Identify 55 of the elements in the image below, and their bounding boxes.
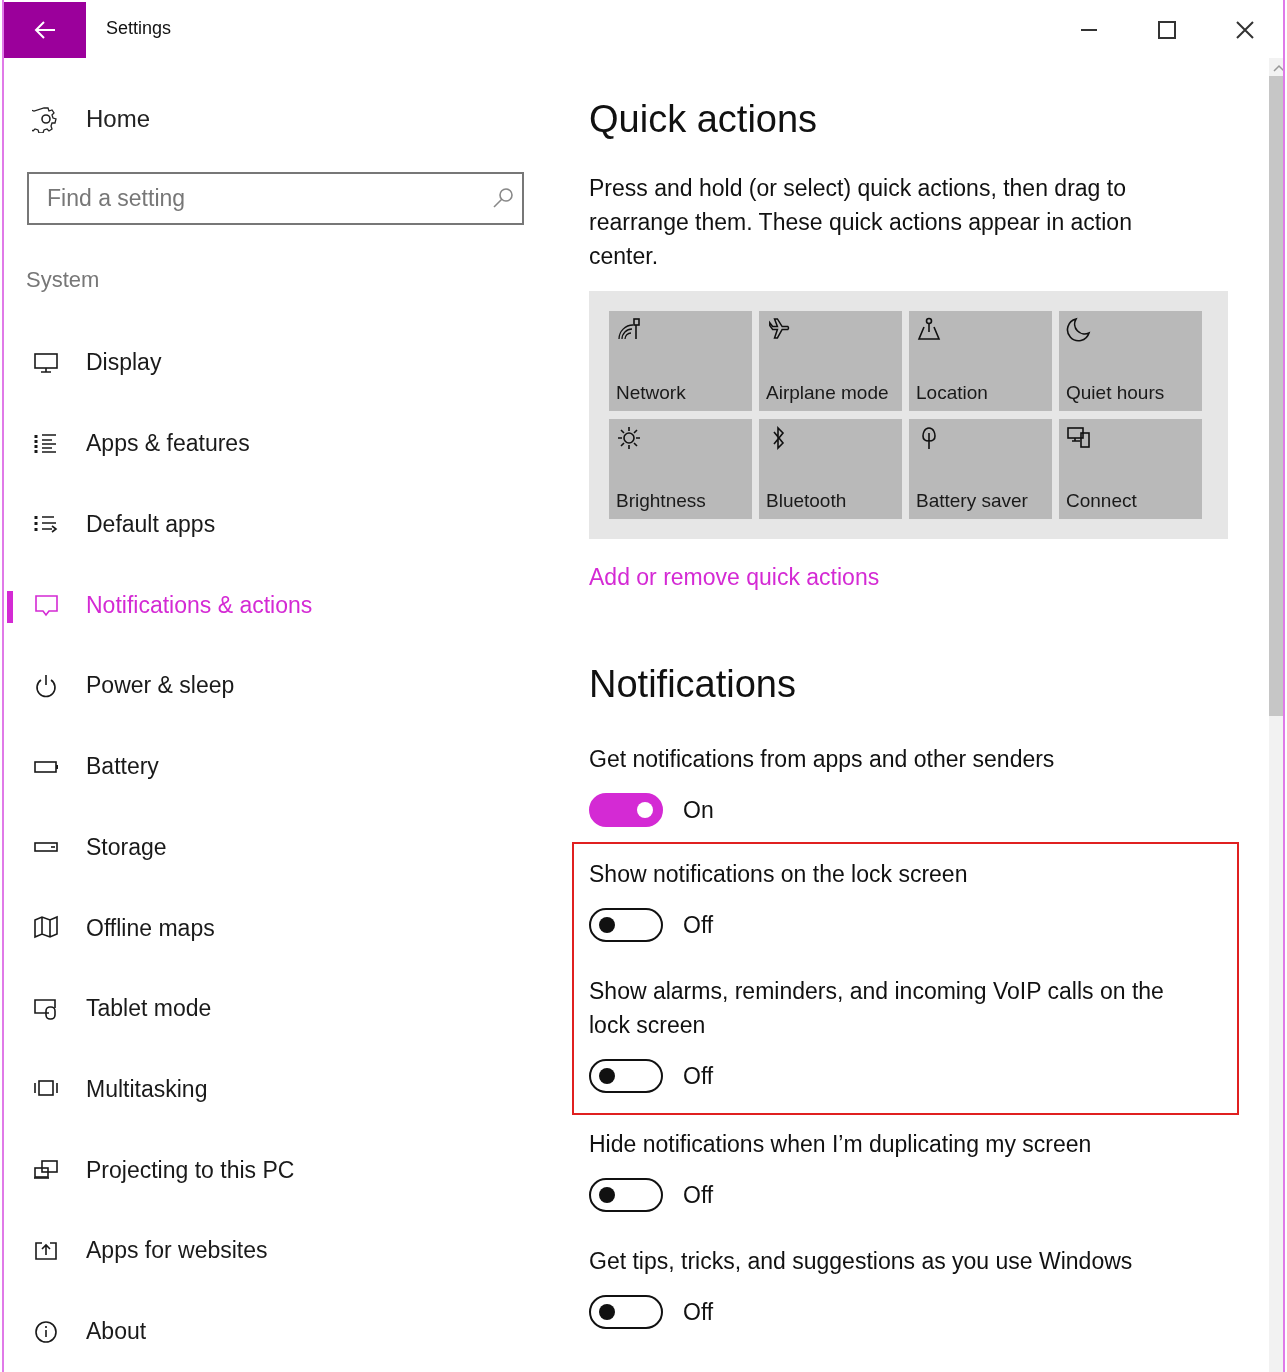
toggle-switch[interactable] — [589, 1178, 663, 1212]
sidebar-item[interactable]: Power & sleep — [4, 645, 564, 727]
add-remove-link[interactable]: Add or remove quick actions — [589, 564, 880, 591]
settings-icon — [32, 104, 60, 133]
section-heading: Quick actions — [589, 98, 818, 141]
toggle-state: Off — [683, 1062, 714, 1090]
setting-label: Get tips, tricks, and suggestions as you use Windows — [589, 1247, 1133, 1276]
back-arrow-icon — [33, 20, 57, 40]
location-icon — [916, 317, 942, 343]
search-icon — [492, 186, 514, 209]
search-field[interactable]: Find a setting — [27, 171, 524, 225]
maximize-button[interactable] — [1157, 20, 1177, 40]
description-text: Press and hold (or select) quick actions, then drag to rearrange them. These quick actions appear in action center. — [589, 174, 1133, 271]
sidebar-item[interactable]: Display — [4, 322, 564, 404]
quick-action-tile[interactable]: Bluetooth — [759, 419, 902, 519]
sidebar-item[interactable]: About — [4, 1291, 564, 1372]
window-title: Settings — [106, 18, 172, 39]
toggle-switch[interactable] — [589, 1059, 663, 1093]
quick-action-tile[interactable]: Quiet hours — [1059, 311, 1202, 411]
close-button[interactable] — [1235, 20, 1255, 40]
quick-action-tile[interactable]: Airplane mode — [759, 311, 902, 411]
sidebar-item[interactable]: Notifications & actions — [4, 564, 564, 646]
toggle-state: Off — [683, 1298, 714, 1326]
setting-label: Get notifications from apps and other senders — [589, 745, 1055, 774]
toggle-switch[interactable] — [589, 908, 663, 942]
sidebar-item[interactable]: Battery — [4, 726, 564, 807]
quick-action-tile[interactable]: Brightness — [609, 419, 752, 519]
sidebar-item[interactable]: Multitasking — [4, 1049, 564, 1130]
sun-icon — [616, 425, 642, 451]
home-link[interactable]: Home — [86, 104, 151, 133]
sidebar-item[interactable]: Offline maps — [4, 887, 564, 969]
toggle-switch[interactable] — [589, 793, 663, 827]
sidebar-item[interactable]: Apps for websites — [4, 1210, 564, 1292]
quick-action-tile[interactable]: Connect — [1059, 419, 1202, 519]
quick-action-tile[interactable]: Battery saver — [909, 419, 1052, 519]
toggle-state: Off — [683, 911, 714, 939]
setting-label: Show alarms, reminders, and incoming VoIP calls on the lock screen — [589, 977, 1165, 1040]
devices-icon — [1066, 425, 1092, 451]
setting-label: Show notifications on the lock screen — [589, 860, 969, 889]
sidebar-item[interactable]: Apps & features — [4, 403, 564, 485]
sidebar-item[interactable]: Tablet mode — [4, 968, 564, 1050]
caret-icon[interactable] — [1273, 64, 1283, 72]
quick-action-tile[interactable]: Network — [609, 311, 752, 411]
scrollbar[interactable] — [1269, 58, 1283, 1372]
toggle-switch[interactable] — [589, 1295, 663, 1329]
moon-icon — [1066, 317, 1092, 343]
toggle-state: On — [683, 796, 714, 824]
sidebar-item[interactable]: Default apps — [4, 484, 564, 565]
sidebar-item[interactable]: Projecting to this PC — [4, 1129, 564, 1211]
section-label: System — [26, 266, 101, 293]
sidebar-item[interactable]: Storage — [4, 806, 564, 888]
section-heading: Notifications — [589, 663, 796, 706]
quick-action-tile[interactable]: Location — [909, 311, 1052, 411]
setting-label: Hide notifications when I’m duplicating my screen — [589, 1130, 1092, 1159]
toggle-state: Off — [683, 1181, 714, 1209]
